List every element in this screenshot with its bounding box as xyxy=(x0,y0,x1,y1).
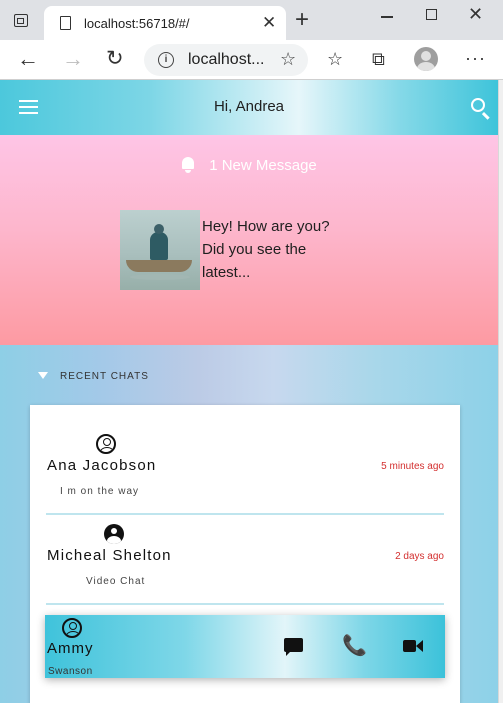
back-icon[interactable]: ← xyxy=(17,46,39,72)
url-field[interactable]: i localhost... ☆ xyxy=(144,44,308,76)
recent-chats-title: RECENT CHATS xyxy=(60,371,149,382)
chat-name: Micheal Shelton xyxy=(47,547,172,564)
active-chat-name: Ammy xyxy=(47,640,94,657)
bell-icon xyxy=(181,157,195,173)
chat-time: 5 minutes ago xyxy=(381,461,444,472)
forward-icon: → xyxy=(62,46,84,71)
profile-avatar-icon[interactable] xyxy=(414,47,438,71)
recent-chats-toggle[interactable]: RECENT CHATS xyxy=(38,371,149,382)
new-message-panel[interactable]: 1 New Message Hey! How are you? Did you … xyxy=(0,135,498,345)
account-circle-outline-icon xyxy=(96,434,116,454)
phone-icon[interactable]: 📞 xyxy=(342,636,367,656)
minimize-icon[interactable] xyxy=(381,16,393,18)
app-header: Hi, Andrea xyxy=(0,80,498,135)
browser-tab[interactable]: localhost:56718/#/ ✕ xyxy=(44,6,286,40)
new-message-header: 1 New Message xyxy=(0,157,498,174)
add-favorite-icon[interactable]: ☆ xyxy=(280,49,296,70)
account-circle-outline-icon xyxy=(62,618,82,638)
new-tab-icon[interactable]: + xyxy=(295,8,309,32)
message-photo xyxy=(120,210,200,290)
greeting-title: Hi, Andrea xyxy=(213,98,285,115)
chat-preview: I m on the way xyxy=(60,486,140,497)
chat-item-micheal-shelton[interactable]: Micheal Shelton 2 days ago Video Chat xyxy=(46,515,444,605)
page-icon xyxy=(60,16,71,30)
scrollbar-track[interactable] xyxy=(498,80,503,703)
browser-tab-strip: localhost:56718/#/ ✕ + ✕ xyxy=(0,0,503,40)
site-info-icon[interactable]: i xyxy=(158,52,174,68)
active-chat-subtitle: Swanson xyxy=(48,666,93,677)
active-chat-bar[interactable]: Ammy Swanson 📞 xyxy=(45,615,445,678)
tab-title: localhost:56718/#/ xyxy=(84,16,190,31)
window-close-icon[interactable]: ✕ xyxy=(468,4,483,25)
maximize-icon[interactable] xyxy=(426,9,437,20)
search-icon[interactable] xyxy=(471,98,485,112)
video-call-icon[interactable] xyxy=(402,636,424,656)
caret-down-icon xyxy=(38,372,48,379)
tab-actions-icon[interactable] xyxy=(14,14,28,27)
chat-preview: Video Chat xyxy=(86,576,146,587)
chat-name: Ana Jacobson xyxy=(47,457,157,474)
close-tab-icon[interactable]: ✕ xyxy=(262,13,276,33)
collections-icon[interactable]: ⧉ xyxy=(372,49,385,70)
account-circle-filled-icon xyxy=(104,524,124,544)
favorites-icon[interactable]: ☆ xyxy=(327,49,343,70)
new-message-count: 1 New Message xyxy=(209,157,317,174)
url-text[interactable]: localhost... xyxy=(188,51,264,69)
chat-app: Hi, Andrea 1 New Message Hey! How are yo… xyxy=(0,80,498,703)
more-options-icon[interactable]: ··· xyxy=(465,48,486,69)
message-preview: Hey! How are you? Did you see the latest… xyxy=(202,218,330,281)
chat-icon[interactable] xyxy=(283,636,305,656)
chat-time: 2 days ago xyxy=(395,551,444,562)
address-bar: ← → ↻ i localhost... ☆ ☆ ⧉ ··· xyxy=(0,40,503,80)
chat-item-ana-jacobson[interactable]: Ana Jacobson 5 minutes ago I m on the wa… xyxy=(46,425,444,515)
reload-icon[interactable]: ↻ xyxy=(106,46,124,72)
